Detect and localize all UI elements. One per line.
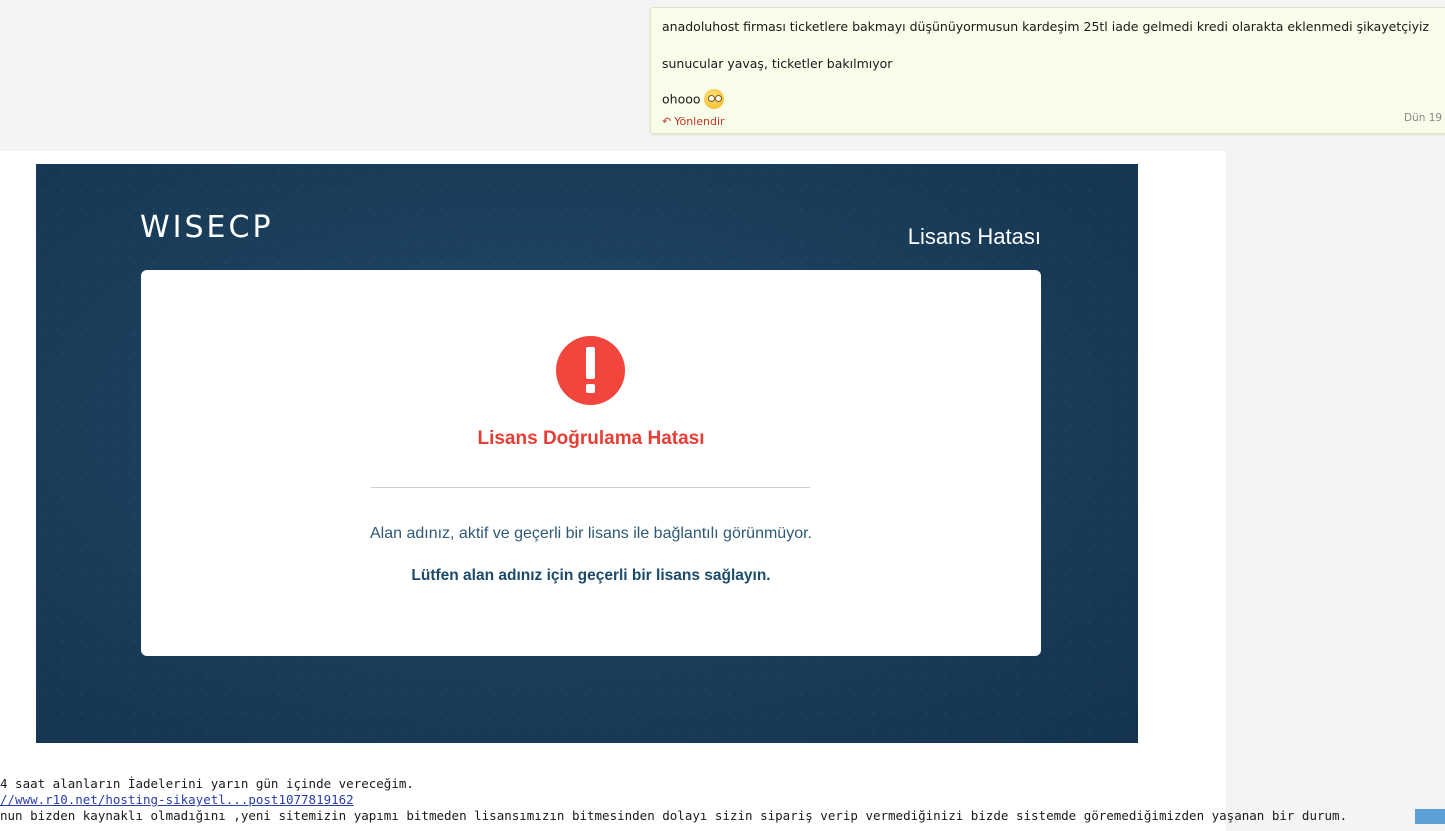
error-message: Alan adınız, aktif ve geçerli bir lisans… <box>369 525 812 542</box>
scroll-to-top-button[interactable] <box>1415 809 1445 824</box>
alert-exclamation-icon <box>556 336 625 405</box>
reply-arrow-icon: ↶ <box>662 115 672 128</box>
post-text-line: 4 saat alanların İadelerini yarın gün iç… <box>0 776 414 791</box>
chat-message-bubble: anadoluhost firması ticketlere bakmayı d… <box>650 7 1445 134</box>
message-timestamp: Dün 19 <box>1404 112 1443 124</box>
wisecp-logo: WISECP <box>140 210 274 245</box>
error-title: Lisans Doğrulama Hatası <box>477 428 705 449</box>
post-text-line: nun bizden kaynaklı olmadığını ,yeni sit… <box>0 808 1348 823</box>
chat-message-line: sunucular yavaş, ticketler bakılmıyor <box>662 56 893 71</box>
reply-link[interactable]: ↶ Yönlendir <box>662 115 725 128</box>
chat-message-text: ohooo <box>662 91 701 107</box>
post-link-text[interactable]: //www.r10.net/hosting-sikayetl...post107… <box>0 792 354 807</box>
divider <box>371 487 810 488</box>
chat-message-line: ohooo <box>662 89 724 110</box>
post-link[interactable]: //www.r10.net/hosting-sikayetl...post107… <box>0 792 354 807</box>
forum-post-panel: WISECP Lisans Hatası Lisans Doğrulama Ha… <box>0 151 1347 831</box>
error-card: Lisans Doğrulama Hatası Alan adınız, akt… <box>141 270 1041 656</box>
chat-message-line: anadoluhost firması ticketlere bakmayı d… <box>662 19 1430 34</box>
reply-label: Yönlendir <box>674 115 725 128</box>
embedded-screenshot: WISECP Lisans Hatası Lisans Doğrulama Ha… <box>36 164 1138 743</box>
error-instruction: Lütfen alan adınız için geçerli bir lisa… <box>411 567 771 584</box>
page-header-title: Lisans Hatası <box>907 224 1041 249</box>
flushed-face-emoji-icon <box>703 89 724 109</box>
